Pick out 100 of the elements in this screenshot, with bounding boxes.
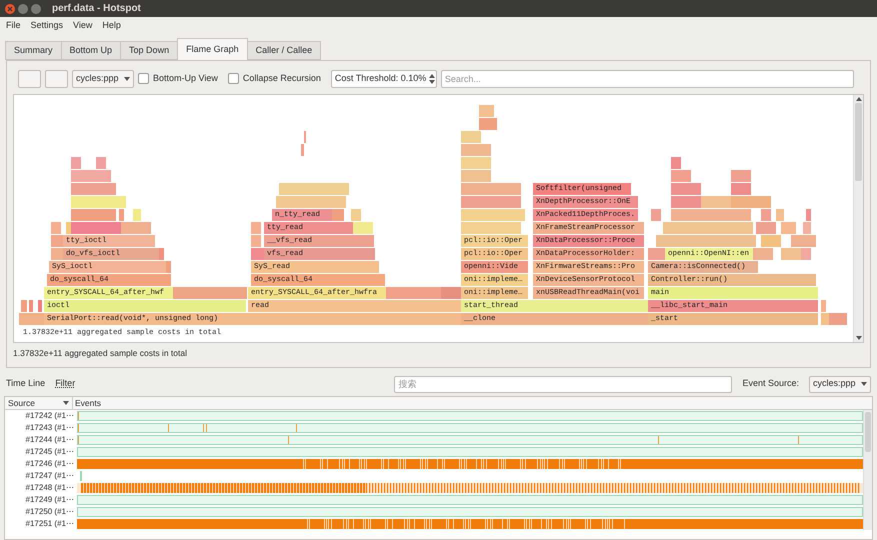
down-arrow-icon[interactable] (861, 382, 867, 386)
flame-frame[interactable] (648, 248, 665, 260)
flame-frame[interactable] (386, 287, 441, 299)
flame-frame[interactable] (731, 196, 771, 208)
flame-frame[interactable] (671, 209, 751, 221)
flame-frame[interactable] (251, 235, 261, 247)
down-arrow-icon[interactable] (63, 401, 69, 405)
flame-frame[interactable] (251, 222, 261, 234)
down-arrow-icon[interactable] (856, 336, 862, 340)
flame-frame[interactable] (133, 209, 141, 221)
flame-frame[interactable] (71, 183, 116, 195)
up-arrow-icon[interactable] (856, 97, 862, 101)
toolbar-button[interactable] (45, 70, 68, 88)
tab[interactable]: Flame Graph (177, 38, 248, 60)
event-combobox[interactable]: cycles:ppp (72, 70, 134, 88)
flame-frame[interactable] (38, 300, 42, 312)
flame-frame[interactable] (276, 196, 346, 208)
flame-frame[interactable] (461, 144, 491, 156)
timeline-search-field[interactable]: 搜索 (394, 376, 732, 392)
flame-frame[interactable] (829, 313, 847, 325)
tab[interactable]: Summary (5, 41, 62, 60)
flame-frame[interactable] (461, 131, 481, 143)
flame-frame[interactable] (332, 209, 344, 221)
flame-frame[interactable] (301, 144, 304, 156)
flame-frame[interactable] (671, 183, 701, 195)
flame-frame[interactable] (656, 235, 756, 247)
minimize-icon[interactable] (18, 4, 28, 14)
menu-item[interactable]: View (73, 19, 92, 33)
flame-frame[interactable] (651, 209, 661, 221)
tab[interactable]: Caller / Callee (246, 41, 322, 60)
flame-frame[interactable] (71, 209, 116, 221)
tab[interactable]: Bottom Up (60, 41, 122, 60)
flame-frame[interactable] (251, 248, 264, 260)
flame-frame[interactable] (66, 222, 71, 234)
flame-frame[interactable] (761, 209, 771, 221)
flame-frame[interactable] (173, 287, 247, 299)
flame-frame[interactable] (21, 300, 27, 312)
flame-frame[interactable] (121, 222, 151, 234)
flame-frame[interactable] (479, 118, 497, 130)
scrollbar-thumb[interactable] (855, 103, 862, 181)
checkbox[interactable] (138, 73, 149, 84)
flame-frame[interactable] (71, 196, 126, 208)
flame-frame[interactable] (351, 209, 361, 221)
scrollbar[interactable] (853, 95, 863, 342)
flame-frame[interactable] (701, 196, 731, 208)
flame-frame[interactable] (461, 196, 521, 208)
flame-frame[interactable] (461, 183, 521, 195)
flame-frame[interactable] (29, 300, 33, 312)
flame-frame[interactable] (119, 209, 124, 221)
flame-frame[interactable] (441, 287, 461, 299)
flame-frame[interactable] (51, 248, 63, 260)
timeline-scrollbar[interactable] (863, 410, 872, 530)
flame-frame[interactable] (806, 209, 811, 221)
scrollbar-thumb[interactable] (865, 412, 871, 452)
flame-frame[interactable] (671, 157, 681, 169)
flame-frame[interactable] (279, 183, 349, 195)
flame-frame[interactable] (761, 235, 781, 247)
flame-frame[interactable] (821, 313, 829, 325)
event-source-combobox[interactable]: cycles:ppp (809, 376, 871, 392)
column-header[interactable]: Events (73, 397, 872, 409)
flame-frame[interactable] (776, 209, 784, 221)
flame-frame[interactable] (71, 222, 121, 234)
flame-frame[interactable] (71, 157, 81, 169)
tab[interactable]: Top Down (120, 41, 178, 60)
flame-frame[interactable] (803, 222, 811, 234)
flame-frame[interactable] (671, 170, 691, 182)
flame-frame[interactable] (461, 209, 525, 221)
flame-frame[interactable] (166, 261, 171, 273)
flame-frame[interactable] (731, 183, 751, 195)
flame-frame[interactable] (96, 157, 106, 169)
flame-frame[interactable] (461, 170, 491, 182)
menu-item[interactable]: Help (102, 19, 121, 33)
flame-frame[interactable] (663, 222, 753, 234)
toolbar-button[interactable] (18, 70, 41, 88)
flame-frame[interactable] (821, 300, 826, 312)
menu-item[interactable]: File (6, 19, 21, 33)
cost-threshold-spinbox[interactable]: Cost Threshold: 0.10% (330, 70, 437, 88)
column-header[interactable]: Source (5, 397, 73, 409)
flame-frame[interactable] (71, 170, 111, 182)
down-arrow-icon[interactable] (124, 76, 130, 80)
filter-menu-button[interactable]: Filter (55, 377, 76, 391)
menu-item[interactable]: Settings (30, 19, 64, 33)
flame-frame[interactable] (461, 222, 521, 234)
flame-frame[interactable] (731, 170, 751, 182)
flame-frame[interactable] (461, 157, 491, 169)
flame-frame[interactable] (671, 196, 701, 208)
flame-frame[interactable] (19, 313, 44, 325)
flame-frame[interactable] (781, 248, 801, 260)
close-icon[interactable] (5, 4, 15, 14)
maximize-icon[interactable] (31, 4, 41, 14)
flame-frame[interactable] (479, 105, 494, 117)
checkbox[interactable] (228, 73, 239, 84)
flame-frame[interactable] (781, 222, 796, 234)
flame-frame[interactable] (756, 222, 776, 234)
search-field[interactable]: Search... (440, 70, 854, 88)
flame-frame[interactable] (51, 222, 61, 234)
flame-frame[interactable] (353, 222, 373, 234)
flame-frame[interactable] (159, 248, 164, 260)
flame-frame[interactable] (51, 235, 63, 247)
flame-frame[interactable] (791, 235, 816, 247)
